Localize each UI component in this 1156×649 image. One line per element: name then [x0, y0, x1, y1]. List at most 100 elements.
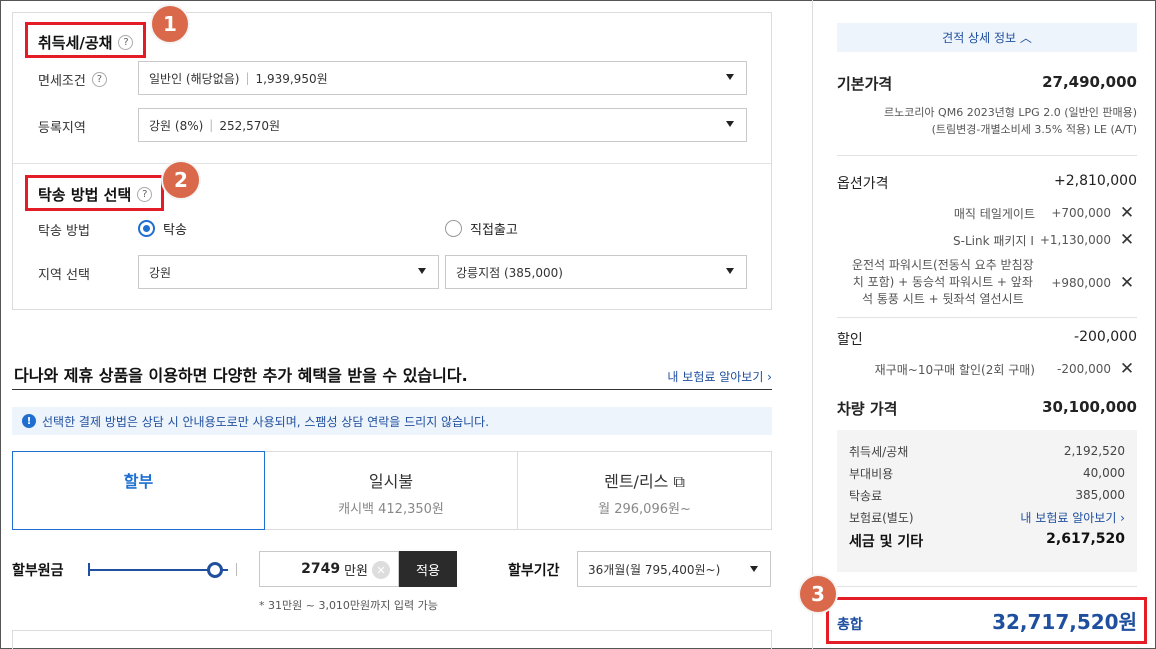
- tax-total-value: 2,617,520: [1046, 531, 1125, 547]
- slider-end-tick: [236, 563, 237, 576]
- close-icon[interactable]: ✕: [1117, 230, 1137, 250]
- tax-row-label: 보험료(별도): [849, 510, 914, 525]
- radio-delivery-label: 탁송: [163, 223, 187, 238]
- tab-rent-lease[interactable]: 렌트/리스 ⧉ 월 296,096원~: [518, 451, 772, 530]
- insurance-link[interactable]: 내 보험료 알아보기 ›: [1020, 509, 1125, 526]
- branch-select[interactable]: 강릉지점 (385,000): [445, 255, 747, 289]
- close-icon[interactable]: ✕: [1117, 359, 1137, 379]
- option-item: 운전석 파워시트(전동식 요추 받침장 치 포함) + 동승석 파워시트 + 앞…: [837, 257, 1137, 308]
- period-label: 할부기간: [508, 563, 560, 579]
- chevron-down-icon: [418, 268, 426, 274]
- area-value: 강원: [149, 265, 172, 280]
- discount-item-name: 재구매~10구매 할인(2회 구매): [874, 362, 1035, 377]
- option-price-value: +2,810,000: [1054, 173, 1137, 189]
- option-name: 운전석 파워시트(전동식 요추 받침장 치 포함) + 동승석 파워시트 + 앞…: [851, 258, 1034, 306]
- radio-pickup[interactable]: 직접출고: [445, 219, 518, 238]
- insurance-link[interactable]: 내 보험료 알아보기 ›: [667, 368, 772, 385]
- promo-title: 다나와 제휴 상품을 이용하면 다양한 추가 혜택을 받을 수 있습니다.: [14, 366, 468, 385]
- duty-free-label-text: 면세조건: [38, 74, 86, 89]
- principal-amount-input[interactable]: 2749 만원 ✕: [259, 551, 399, 587]
- detail-toggle-button[interactable]: 견적 상세 정보 ︿: [837, 23, 1137, 52]
- tab-installment[interactable]: 할부: [12, 451, 265, 530]
- tax-breakdown: 취득세/공채 2,192,520 부대비용 40,000 탁송료 385,000…: [837, 430, 1137, 572]
- highlight-box-tax: [25, 22, 146, 58]
- summary-divider: [837, 317, 1137, 318]
- tab-lump-sum[interactable]: 일시불 캐시백 412,350원: [265, 451, 518, 530]
- clear-icon[interactable]: ✕: [372, 561, 390, 579]
- apply-button[interactable]: 적용: [399, 551, 457, 587]
- discount-value: -200,000: [1074, 329, 1137, 345]
- chevron-down-icon: [726, 74, 734, 80]
- chevron-down-icon: [750, 566, 758, 572]
- base-price-label: 기본가격: [837, 75, 893, 93]
- step-badge-2: 2: [161, 160, 201, 200]
- base-price-row: 기본가격 27,490,000: [837, 73, 1137, 94]
- option-name: 매직 테일게이트: [953, 206, 1035, 221]
- info-icon: !: [22, 414, 36, 428]
- discount-label: 할인: [837, 332, 863, 348]
- tax-row-label: 탁송료: [849, 488, 883, 503]
- region-amount: 252,570원: [219, 118, 281, 133]
- separator: |: [245, 71, 250, 85]
- chevron-down-icon: [726, 268, 734, 274]
- car-price-label: 차량 가격: [837, 400, 898, 418]
- tax-row-label: 부대비용: [849, 466, 894, 481]
- panel-divider: [812, 0, 813, 649]
- tab-installment-label: 할부: [123, 472, 154, 491]
- tax-row-value: 385,000: [1075, 488, 1125, 502]
- option-price-label: 옵션가격: [837, 176, 889, 192]
- car-price-value: 30,100,000: [1042, 398, 1137, 416]
- option-item: 매직 테일게이트 +700,000 ✕: [837, 203, 1137, 223]
- area-label: 지역 선택: [38, 268, 90, 283]
- duty-free-amount: 1,939,950원: [255, 71, 328, 86]
- radio-checked-icon: [138, 220, 155, 237]
- principal-hint: * 31만원 ~ 3,010만원까지 입력 가능: [259, 599, 438, 612]
- region-label: 등록지역: [38, 121, 86, 136]
- highlight-box-delivery: [25, 175, 164, 211]
- tax-total-label: 세금 및 기타: [849, 534, 924, 550]
- close-icon[interactable]: ✕: [1117, 273, 1137, 293]
- promo-divider: [12, 389, 772, 390]
- model-description: 르노코리아 QM6 2023년형 LPG 2.0 (일반인 판매용) (트림변경…: [837, 104, 1137, 138]
- tax-total-row: 세금 및 기타 2,617,520: [849, 531, 1125, 551]
- period-select[interactable]: 36개월(월 795,400원~): [577, 551, 771, 587]
- radio-pickup-label: 직접출고: [470, 223, 518, 238]
- area-select[interactable]: 강원: [138, 255, 439, 289]
- option-name: S-Link 패키지 I: [953, 233, 1034, 248]
- step-badge-3: 3: [798, 574, 838, 614]
- section-divider: [13, 163, 771, 164]
- delivery-method-label: 탁송 방법: [38, 224, 90, 239]
- summary-divider: [837, 586, 1137, 587]
- summary-divider: [837, 155, 1137, 156]
- discount-item: 재구매~10구매 할인(2회 구매) -200,000 ✕: [837, 359, 1137, 379]
- tab-lump-sum-sub: 캐시백 412,350원: [338, 502, 444, 517]
- tab-rent-lease-sub: 월 296,096원~: [598, 502, 691, 517]
- option-item: S-Link 패키지 I +1,130,000 ✕: [837, 230, 1137, 250]
- radio-delivery[interactable]: 탁송: [138, 219, 187, 238]
- principal-amount-unit: 만원: [344, 563, 368, 579]
- help-icon[interactable]: ?: [91, 72, 107, 87]
- option-price: +700,000: [1051, 206, 1111, 220]
- branch-value: 강릉지점 (385,000): [456, 265, 563, 280]
- model-line-2: (트림변경-개별소비세 3.5% 적용) LE (A/T): [931, 123, 1137, 136]
- tax-row: 취득세/공채 2,192,520: [849, 440, 1125, 462]
- next-section-box: [12, 630, 772, 649]
- duty-free-select[interactable]: 일반인 (해당없음) | 1,939,950원: [138, 61, 747, 95]
- principal-label: 할부원금: [12, 563, 64, 579]
- region-select[interactable]: 강원 (8%) | 252,570원: [138, 108, 747, 142]
- tab-lump-sum-label: 일시불: [368, 472, 414, 491]
- tax-row: 부대비용 40,000: [849, 462, 1125, 484]
- chevron-down-icon: [726, 121, 734, 127]
- option-price: +980,000: [1051, 275, 1111, 290]
- separator: |: [209, 118, 214, 132]
- base-price-value: 27,490,000: [1042, 73, 1137, 91]
- option-price: +1,130,000: [1039, 233, 1111, 247]
- tax-row: 탁송료 385,000: [849, 484, 1125, 506]
- tax-row-value: 2,192,520: [1063, 444, 1125, 458]
- close-icon[interactable]: ✕: [1117, 203, 1137, 223]
- radio-unchecked-icon: [445, 220, 462, 237]
- principal-amount-value: 2749: [301, 561, 341, 577]
- step-badge-1: 1: [150, 4, 190, 44]
- duty-free-value: 일반인 (해당없음): [149, 71, 240, 86]
- model-line-1: 르노코리아 QM6 2023년형 LPG 2.0 (일반인 판매용): [883, 106, 1137, 119]
